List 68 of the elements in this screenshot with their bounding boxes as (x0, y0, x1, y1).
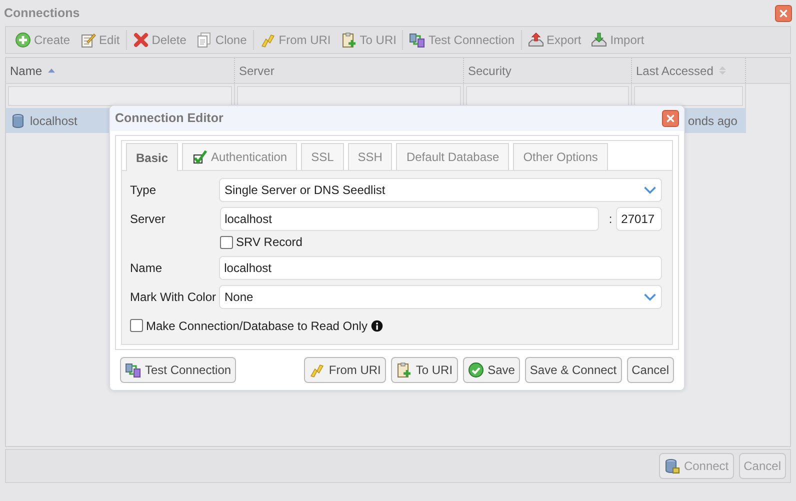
input-field[interactable]: localhost (220, 207, 599, 231)
toolbar-button[interactable]: Create (10, 28, 76, 52)
toolbar-button[interactable]: Import (586, 28, 650, 52)
input-field[interactable]: 27017 (616, 207, 662, 231)
dialog-button[interactable]: Test Connection (120, 357, 236, 383)
tray-up-arrow-icon (528, 32, 544, 48)
field-label: Name (130, 260, 164, 277)
field-label: Type (130, 182, 158, 199)
checkbox[interactable]: SRV Record (220, 233, 302, 251)
close-button[interactable] (775, 4, 792, 22)
dialog-button[interactable]: From URI (304, 357, 386, 383)
window-title: Connections (4, 4, 80, 22)
toolbar-button[interactable]: Export (522, 28, 586, 52)
filter-field[interactable] (237, 86, 461, 106)
checkbox[interactable]: Make Connection/Database to Read Only (130, 316, 368, 334)
toolbar-button[interactable]: From URI (254, 28, 336, 52)
toolbar-button[interactable]: Edit (75, 28, 125, 52)
check-circle-icon (468, 362, 484, 378)
field-label: Server (130, 211, 166, 228)
lightning-icon (308, 362, 325, 378)
toolbar-button[interactable]: Delete (128, 28, 192, 52)
dialog-button[interactable]: Save (462, 357, 520, 383)
dialog-title: Connection Editor (115, 110, 224, 128)
plus-circle-icon (15, 32, 31, 48)
filter-field[interactable] (466, 86, 629, 106)
column-header[interactable]: Name (6, 58, 235, 83)
cross-icon (132, 32, 149, 48)
select-field[interactable]: None (219, 285, 662, 309)
tab[interactable]: SSH (348, 143, 392, 170)
documents-icon (196, 32, 212, 48)
field-label: Mark With Color (130, 289, 218, 306)
column-header[interactable]: Server (235, 58, 464, 83)
tab[interactable]: Authentication (182, 143, 298, 170)
database-plug-icon (664, 458, 680, 474)
toolbar-button[interactable]: To URI (336, 28, 402, 52)
sort-icon (717, 65, 728, 76)
separator-text: : (608, 211, 612, 228)
lightning-icon (260, 32, 276, 48)
dialog-button[interactable]: Cancel (626, 357, 674, 383)
close-button[interactable] (662, 110, 679, 127)
close-icon (665, 113, 676, 124)
close-icon (778, 8, 789, 18)
column-header[interactable]: Last Accessed (632, 58, 746, 83)
checkmark-icon (192, 149, 208, 165)
tray-down-arrow-icon (591, 32, 608, 48)
filter-field[interactable] (634, 86, 743, 106)
tab[interactable]: Basic (126, 143, 178, 171)
clipboard-plus-icon (340, 32, 357, 48)
tab[interactable]: Default Database (396, 143, 510, 170)
tab[interactable]: SSL (301, 143, 344, 170)
filter-field[interactable] (8, 86, 232, 106)
column-header[interactable]: Security (464, 58, 632, 83)
dialog-button[interactable]: Save & Connect (524, 357, 622, 383)
cell-text: localhost (30, 112, 78, 130)
computers-icon (125, 362, 141, 378)
clipboard-plus-icon (396, 362, 412, 378)
info-icon (371, 320, 384, 332)
notepad-pencil-icon (80, 32, 96, 48)
select-field[interactable]: Single Server or DNS Seedlist (219, 178, 662, 202)
input-field[interactable]: localhost (219, 256, 662, 280)
dialog-button[interactable]: To URI (390, 357, 458, 383)
toolbar-button[interactable]: Test Connection (404, 28, 520, 52)
database-icon (10, 112, 26, 128)
tab[interactable]: Other Options (513, 143, 608, 170)
toolbar-button[interactable]: Clone (191, 28, 252, 52)
footer-button[interactable]: Cancel (738, 453, 786, 479)
footer-button[interactable]: Connect (658, 453, 734, 479)
computers-icon (409, 32, 426, 48)
